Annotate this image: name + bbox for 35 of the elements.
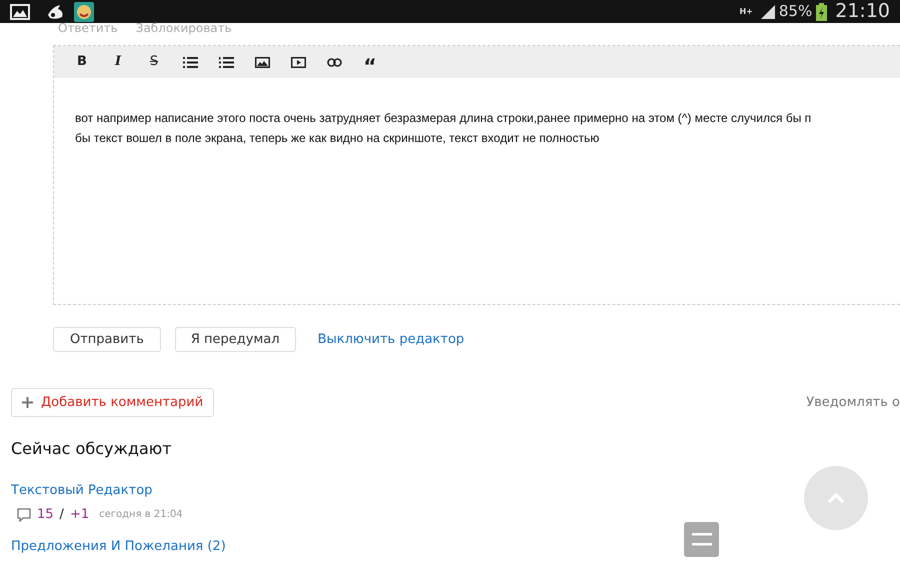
- discussion-link[interactable]: Предложения И Пожелания (2): [11, 538, 226, 554]
- send-button[interactable]: Отправить: [53, 327, 161, 352]
- battery-percentage: 85%: [778, 1, 812, 22]
- notify-link[interactable]: Уведомлять о: [806, 392, 900, 412]
- signal-icon: [760, 4, 775, 18]
- editor-text-line: бы текст вошел в поле экрана, теперь же как видно на скриншоте, текст входит не полностью: [75, 130, 600, 147]
- clock-time: 21:10: [835, 2, 890, 21]
- comment-count: 15: [37, 506, 54, 524]
- section-heading: Сейчас обсуждают: [11, 438, 173, 460]
- comment-icon: [17, 508, 31, 522]
- discussion-link[interactable]: Текстовый Редактор: [11, 483, 152, 498]
- new-comment-count: +1: [70, 506, 90, 524]
- discussion-time: сегодня в 21:04: [99, 508, 183, 522]
- add-comment-label: Добавить комментарий: [41, 394, 204, 412]
- separator-slash: /: [60, 506, 64, 524]
- cancel-button[interactable]: Я передумал: [174, 327, 296, 352]
- play-icon: [290, 56, 306, 68]
- link-icon: [326, 58, 342, 66]
- editor-text-line: вот например написание этого поста очень затрудняет безразмерая длина строки,ранее примерно на этом (^) месте случился бы п: [75, 110, 812, 127]
- bullet-list-icon: [182, 56, 198, 68]
- bold-button[interactable]: B: [64, 50, 100, 74]
- strikethrough-button[interactable]: S: [136, 50, 172, 74]
- charging-battery-icon: [816, 2, 828, 20]
- image-icon: [254, 56, 270, 68]
- disable-editor-link[interactable]: Выключить редактор: [318, 330, 464, 350]
- plus-icon: [22, 397, 33, 408]
- chevron-up-icon: [827, 492, 845, 504]
- network-type-indicator: H+: [739, 8, 753, 16]
- quote-button[interactable]: “: [352, 50, 388, 74]
- italic-button[interactable]: I: [100, 50, 136, 74]
- add-comment-button[interactable]: Добавить комментарий: [11, 388, 214, 417]
- app-icon: [74, 2, 94, 22]
- menu-icon: [692, 533, 712, 546]
- numbered-list-icon: [218, 56, 234, 68]
- picture-icon: [10, 4, 30, 20]
